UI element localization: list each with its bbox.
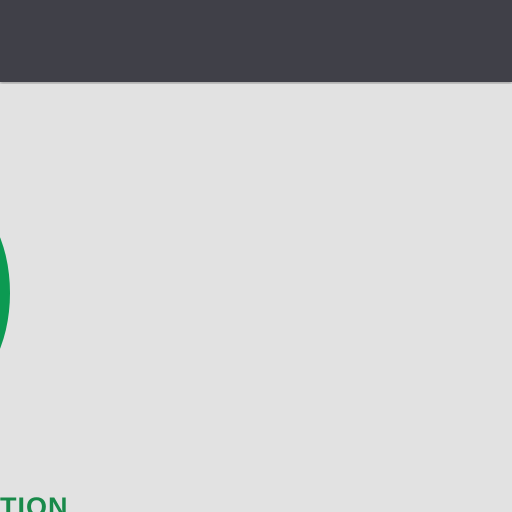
screen: TION [0, 0, 512, 512]
main-panel [0, 84, 512, 512]
section-caption: TION [0, 492, 69, 512]
top-bar [0, 0, 512, 82]
